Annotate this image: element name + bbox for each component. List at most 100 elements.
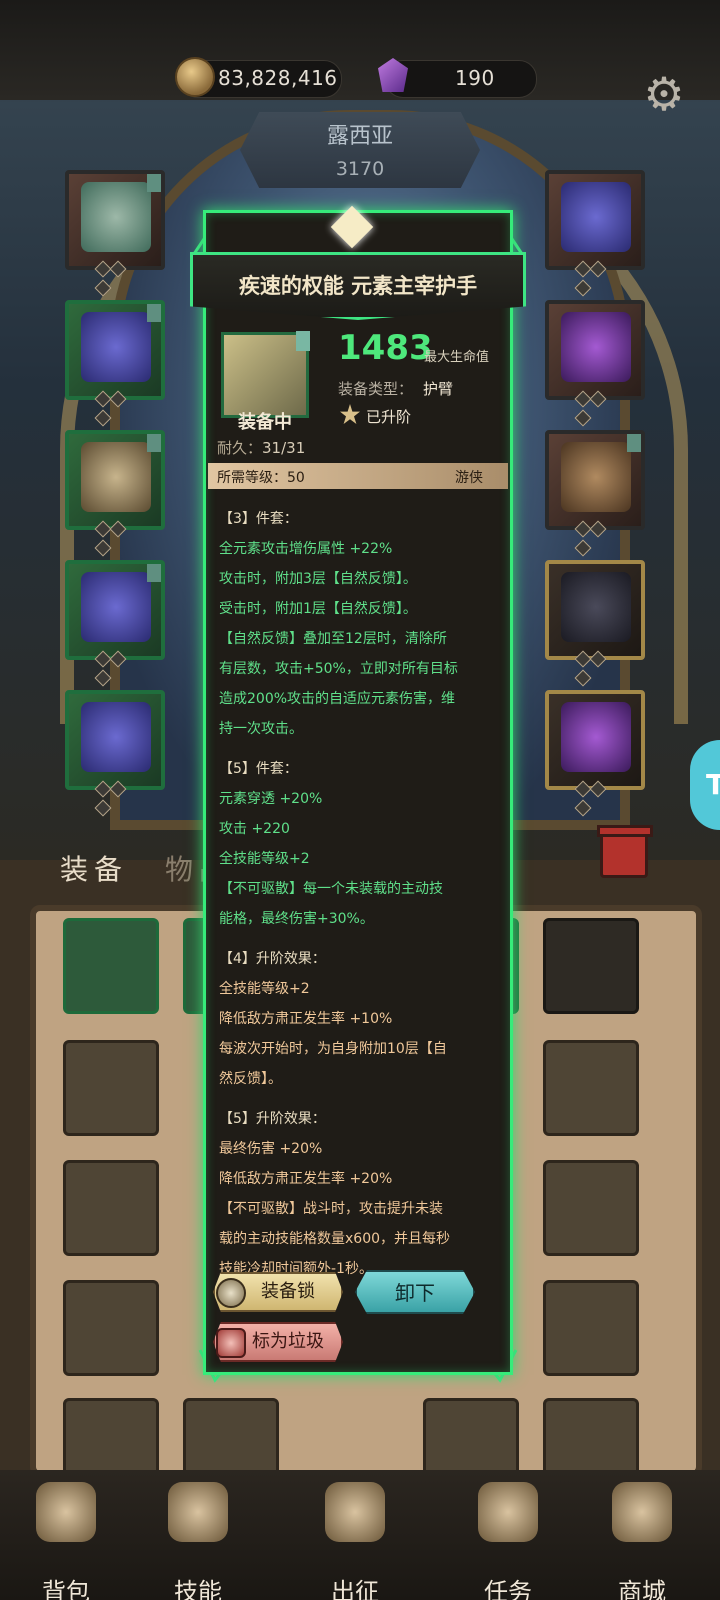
upgraded-status: 已升阶 [366,408,412,426]
required-class: 游侠 [455,470,483,486]
game-screen: 83,828,416 190 ⚙ 露西亚 3170 装备 物品 T 背包 技能 … [0,0,720,1600]
effect-line: 有层数，攻击+50%，立即对所有目标 [219,661,458,677]
lock-flag-icon [147,174,161,192]
nav-label: 技能 [174,1578,222,1600]
equip-type-label: 装备类型： [338,380,414,398]
equip-slot-boots[interactable] [65,690,165,817]
bag-slot-leg-armor[interactable] [63,918,159,1014]
item-thumbnail [221,331,310,418]
nav-label: 背包 [42,1578,90,1600]
effect-line: 受击时，附加1层【自然反馈】。 [219,601,417,617]
effect-line: 全技能等级+2 [219,851,310,867]
backpack-icon [36,1482,96,1542]
effect-line: 攻击 +220 [219,821,290,837]
nav-shop[interactable]: 商城 [582,1470,702,1600]
bag-slot-empty[interactable] [63,1160,159,1256]
bag-slot-empty[interactable] [543,1040,639,1136]
lock-flag-icon [627,434,641,452]
scroll-icon [478,1482,538,1542]
equip-slot-head[interactable] [65,170,165,297]
top-bar [0,0,720,100]
ring-icon [561,312,631,382]
junk-bin-icon [216,1328,246,1358]
bag-slot-bow[interactable] [543,918,639,1014]
effect-line: 每波次开始时，为自身附加10层【自 [219,1041,447,1057]
section-heading: 【5】件套： [219,761,298,777]
nav-label: 商城 [618,1578,666,1600]
sword-map-icon [325,1482,385,1542]
settings-gear-icon[interactable]: ⚙ [640,70,688,118]
lock-flag-icon [296,331,310,351]
rank-pips [94,780,141,817]
rank-pips [574,650,621,687]
effect-line: 持一次攻击。 [219,721,303,737]
horn-icon [561,442,631,512]
section-heading: 【4】升阶效果： [219,951,326,967]
bag-slot-empty[interactable] [543,1160,639,1256]
effect-line: 元素穿透 +20% [219,791,323,807]
bag-slot-empty[interactable] [543,1280,639,1376]
equip-slot-legs[interactable] [65,560,165,687]
effect-line: 攻击时，附加3层【自然反馈】。 [219,571,417,587]
equip-slot-trinket[interactable] [545,560,645,687]
leg-armor-icon [81,572,151,642]
dragon-helmet-icon [81,182,151,252]
nav-expedition[interactable]: 出征 [295,1470,415,1600]
effect-line: 造成200%攻击的自适应元素伤害，维 [219,691,456,707]
effect-line: 【不可驱散】战斗时，攻击提升未装 [219,1201,443,1217]
effect-line: 载的主动技能格数量x600，并且每秒 [219,1231,451,1247]
gem-amount: 190 [455,66,495,90]
bag-slot-empty[interactable] [63,1040,159,1136]
rank-pips [574,390,621,427]
gauntlet-icon [81,442,151,512]
side-assistant-bubble[interactable]: To [690,740,720,830]
effect-line: 最终伤害 +20% [219,1141,323,1157]
rank-pips [574,520,621,557]
rank-pips [574,780,621,817]
bag-slot-empty[interactable] [63,1280,159,1376]
equip-slot-offhand[interactable] [545,430,645,557]
lock-flag-icon [147,564,161,582]
main-stat-label: 最大生命值 [424,350,490,365]
boots-icon [81,702,151,772]
tab-equipment[interactable]: 装备 [60,848,128,888]
nav-label: 任务 [484,1578,532,1600]
trash-bin-icon[interactable] [597,825,653,878]
section-heading: 【5】升阶效果： [219,1111,326,1127]
effect-line: 然反馈】。 [219,1071,282,1087]
dark-bow-icon [561,572,631,642]
item-name: 疾速的权能 元素主宰护手 [238,274,478,298]
character-power: 3170 [335,158,385,180]
nav-quests[interactable]: 任务 [448,1470,568,1600]
character-name: 露西亚 [326,124,393,149]
equip-slot-amulet[interactable] [545,170,645,297]
equip-slot-chest[interactable] [65,300,165,427]
section-heading: 【3】件套： [219,511,298,527]
rank-pips [94,520,141,557]
nav-skills[interactable]: 技能 [138,1470,258,1600]
rank-pips [94,650,141,687]
unequip-button[interactable]: 卸下 [355,1270,475,1314]
gold-amount: 83,828,416 [218,66,338,90]
effect-line: 【自然反馈】叠加至12层时，清除所 [219,631,447,647]
equip-slot-arms[interactable] [65,430,165,557]
equip-slot-quiver[interactable] [545,690,645,817]
effect-line: 降低敌方肃正发生率 +20% [219,1171,393,1187]
quiver-icon [561,702,631,772]
amulet-icon [561,182,631,252]
nav-backpack[interactable]: 背包 [6,1470,126,1600]
lock-flag-icon [147,304,161,322]
rank-pips [574,260,621,297]
nav-label: 出征 [331,1578,379,1600]
item-description: 【3】件套： 全元素攻击增伤属性 +22% 攻击时，附加3层【自然反馈】。 受击时，附… [219,504,509,1284]
equip-slot-ring[interactable] [545,300,645,427]
effect-line: 全元素攻击增伤属性 +22% [219,541,393,557]
equip-type-value: 护臂 [423,380,454,398]
rank-pips [94,260,141,297]
shop-icon [612,1482,672,1542]
padlock-icon [216,1278,246,1308]
skill-book-icon [168,1482,228,1542]
bottom-nav: 背包 技能 出征 任务 商城 [0,1470,720,1600]
